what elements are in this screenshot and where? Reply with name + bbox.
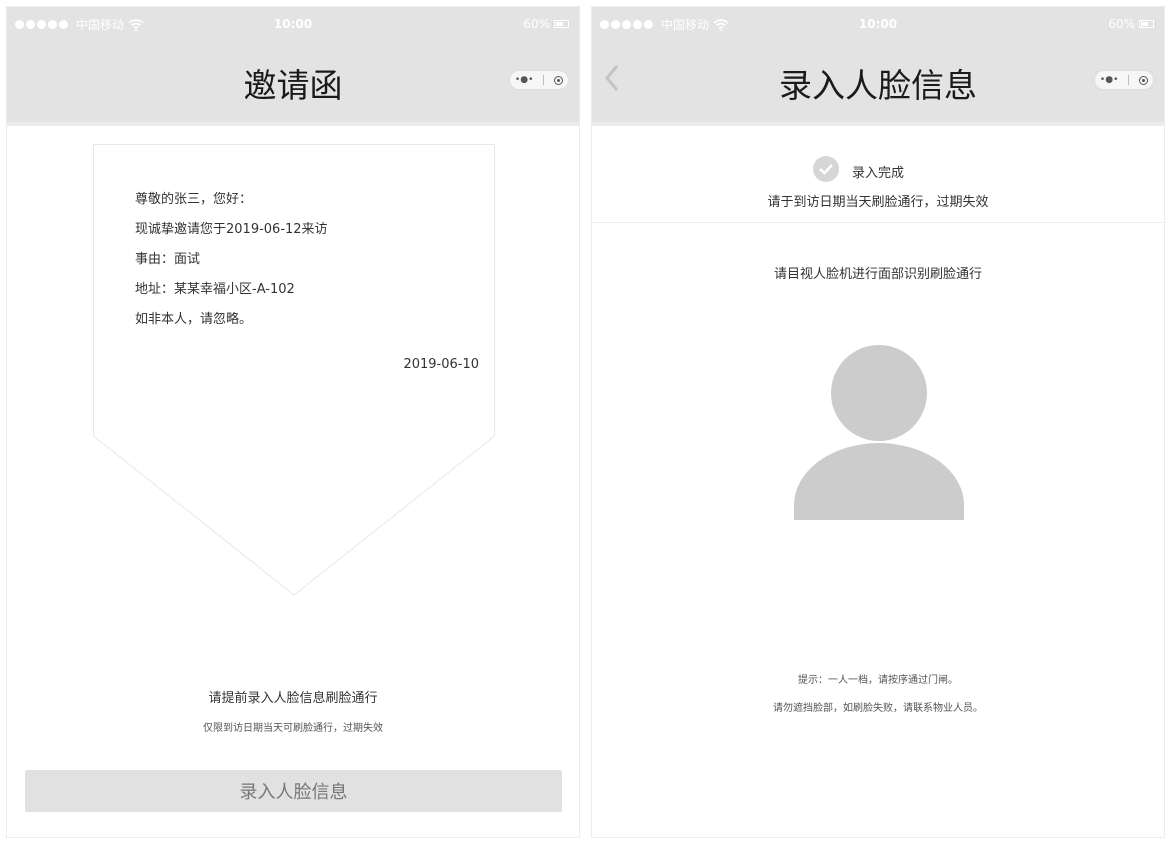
enroll-sub-hint: 仅限到访日期当天可刷脸通行，过期失效	[203, 723, 383, 734]
tip-one-person: 提示：一人一档，请按序通过门闸。	[798, 675, 958, 686]
face-enroll-screen: 中国移动 10:00 60% 录入人脸信息 •●• 录入完成 请于到访日期当天刷…	[591, 6, 1165, 838]
letter-address: 地址：某某幸福小区-A-102	[135, 282, 295, 297]
valid-date-note: 请于到访日期当天刷脸通行，过期失效	[767, 195, 989, 210]
mini-program-capsule: •●•	[1094, 70, 1154, 90]
letter-greeting: 尊敬的张三，您好：	[135, 192, 253, 207]
enroll-done-label: 录入完成	[852, 166, 905, 181]
battery-indicator: 60%	[523, 17, 569, 31]
more-dots-icon[interactable]: •●•	[515, 75, 533, 85]
capsule-divider	[1128, 75, 1130, 85]
status-bar: 中国移动 10:00 60%	[7, 7, 579, 42]
page-title: 录入人脸信息	[779, 66, 977, 105]
capsule-divider	[543, 75, 545, 85]
letter-date: 2019-06-10	[403, 357, 479, 372]
target-circle-icon[interactable]	[1139, 75, 1149, 85]
user-silhouette-icon	[794, 345, 964, 520]
more-dots-icon[interactable]: •●•	[1100, 75, 1118, 85]
tip-no-cover: 请勿遮挡脸部，如刷脸失败，请联系物业人员。	[773, 703, 983, 714]
enroll-face-button[interactable]: 录入人脸信息	[25, 770, 562, 812]
battery-percent: 60%	[1108, 17, 1135, 31]
section-divider	[592, 222, 1164, 223]
page-title: 邀请函	[243, 66, 343, 105]
mini-program-capsule: •●•	[509, 70, 569, 90]
nav-bar: 邀请函 •●•	[7, 42, 579, 126]
enroll-hint: 请提前录入人脸信息刷脸通行	[208, 691, 378, 706]
invitation-letter: 尊敬的张三，您好： 现诚挚邀请您于2019-06-12来访 事由：面试 地址：某…	[93, 144, 495, 596]
face-instruction: 请目视人脸机进行面部识别刷脸通行	[773, 267, 982, 282]
status-time: 10:00	[858, 17, 898, 31]
status-bar: 中国移动 10:00 60%	[592, 7, 1164, 42]
letter-reason: 事由：面试	[135, 252, 201, 267]
letter-invite-line: 现诚挚邀请您于2019-06-12来访	[135, 222, 328, 237]
invitation-screen: 中国移动 10:00 60% 邀请函 •●• 尊敬的张三，您好： 现诚挚邀请您于…	[6, 6, 580, 838]
battery-indicator: 60%	[1108, 17, 1154, 31]
battery-percent: 60%	[523, 17, 550, 31]
battery-icon	[1139, 20, 1154, 28]
nav-bar: 录入人脸信息 •●•	[592, 42, 1164, 126]
checkmark-icon	[813, 156, 839, 182]
letter-ignore-note: 如非本人，请忽略。	[135, 312, 253, 327]
status-time: 10:00	[273, 17, 313, 31]
battery-icon	[554, 20, 569, 28]
target-circle-icon[interactable]	[554, 75, 564, 85]
